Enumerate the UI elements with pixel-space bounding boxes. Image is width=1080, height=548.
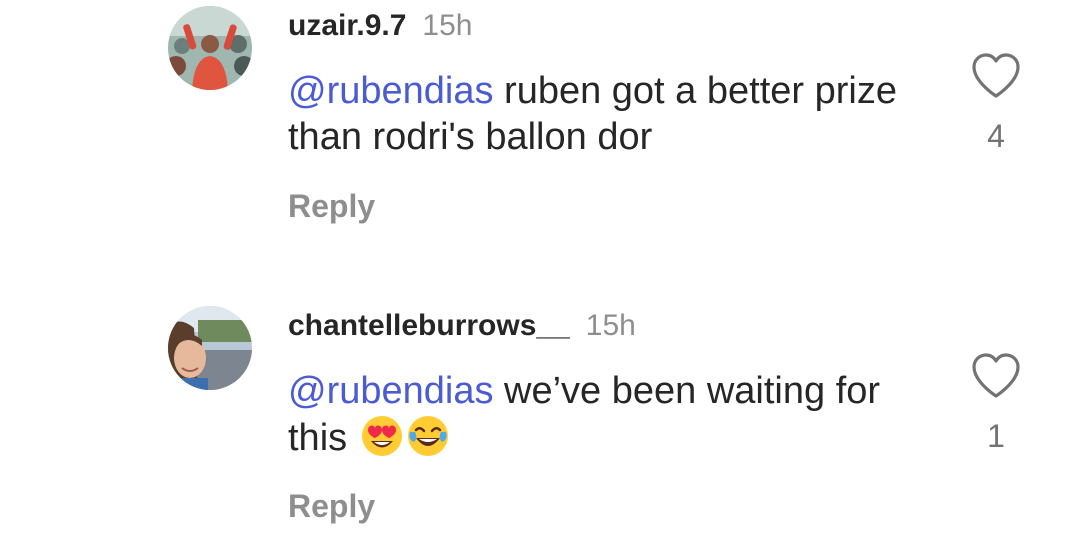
- heart-outline-icon: [972, 353, 1020, 398]
- reply-button[interactable]: Reply: [288, 486, 375, 526]
- avatar[interactable]: [168, 306, 252, 390]
- user-avatar-photo-selfie: [168, 306, 252, 390]
- avatar[interactable]: [168, 6, 252, 90]
- mention-link[interactable]: @rubendias: [288, 70, 493, 112]
- comment-header: uzair.9.7 15h: [288, 8, 472, 44]
- like-count: 1: [987, 418, 1005, 454]
- timestamp: 15h: [585, 309, 636, 342]
- like-button[interactable]: [970, 52, 1022, 100]
- username[interactable]: uzair.9.7: [288, 9, 406, 42]
- tears-of-joy-emoji: [406, 414, 450, 458]
- timestamp: 15h: [422, 9, 473, 42]
- comment-text: @rubendias ruben got a better prize than…: [288, 68, 908, 160]
- username[interactable]: chantelleburrows__: [288, 309, 570, 342]
- comment-text: @rubendias we’ve been waiting for this: [288, 368, 908, 461]
- mention-link[interactable]: @rubendias: [288, 370, 493, 412]
- reply-button[interactable]: Reply: [288, 186, 375, 226]
- like-count: 4: [987, 118, 1005, 154]
- like-button[interactable]: [970, 352, 1022, 400]
- heart-outline-icon: [972, 53, 1020, 98]
- comment-header: chantelleburrows__ 15h: [288, 308, 636, 344]
- heart-eyes-emoji: [360, 414, 404, 458]
- comment-item: chantelleburrows__ 15h @rubendias we’ve b…: [0, 300, 1080, 548]
- user-avatar-photo-crowd: [168, 6, 252, 90]
- comment-item: uzair.9.7 15h @rubendias ruben got a bett…: [0, 0, 1080, 250]
